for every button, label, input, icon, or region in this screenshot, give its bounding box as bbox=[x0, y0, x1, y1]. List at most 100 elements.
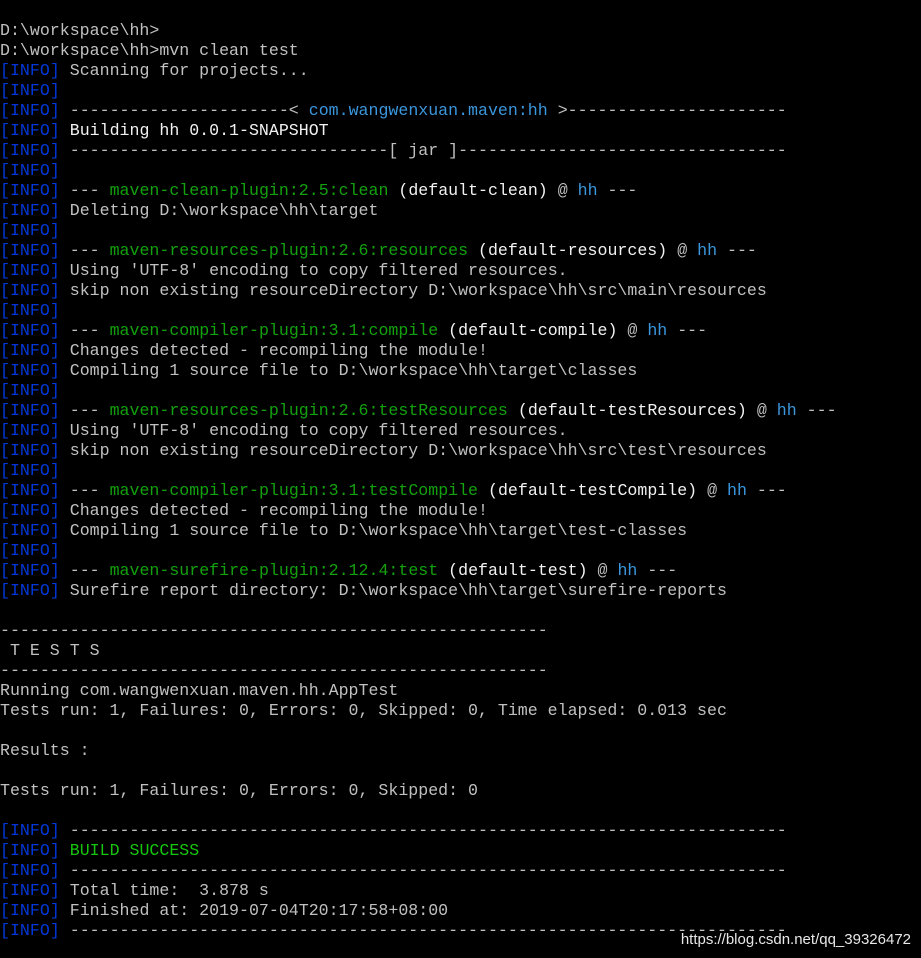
console-text: >---------------------- bbox=[547, 101, 787, 120]
log-level-tag: INFO bbox=[9, 361, 50, 380]
console-text: --- bbox=[597, 181, 638, 200]
console-line: [INFO] BUILD SUCCESS bbox=[0, 841, 921, 861]
console-line: [INFO] Total time: 3.878 s bbox=[0, 881, 921, 901]
console-text: ] bbox=[49, 381, 60, 400]
console-text: Running com.wangwenxuan.maven.hh.AppTest bbox=[0, 681, 399, 700]
console-text: [ bbox=[0, 261, 10, 280]
console-line: [INFO] bbox=[0, 381, 921, 401]
console-line: [INFO] ---------------------------------… bbox=[0, 821, 921, 841]
console-text: ] bbox=[49, 501, 70, 520]
console-text: (default-test) bbox=[438, 561, 588, 580]
build-status: BUILD SUCCESS bbox=[69, 841, 200, 860]
console-text: [ bbox=[0, 121, 10, 140]
artifact-id: hh bbox=[617, 561, 638, 580]
console-line: [INFO] Compiling 1 source file to D:\wor… bbox=[0, 521, 921, 541]
console-text: ] bbox=[49, 181, 70, 200]
console-line: [INFO] --- maven-surefire-plugin:2.12.4:… bbox=[0, 561, 921, 581]
console-text: T E S T S bbox=[0, 641, 100, 660]
console-text: [ bbox=[0, 901, 10, 920]
console-text: ] bbox=[49, 281, 70, 300]
console-text: --- bbox=[637, 561, 678, 580]
console-text: Finished at: 2019-07-04T20:17:58+08:00 bbox=[69, 901, 449, 920]
console-text: [ bbox=[0, 581, 10, 600]
console-text: [ bbox=[0, 161, 10, 180]
console-text: ] bbox=[49, 441, 70, 460]
console-line: [INFO] Using 'UTF-8' encoding to copy fi… bbox=[0, 421, 921, 441]
console-text: ] bbox=[49, 421, 70, 440]
console-line: [INFO] bbox=[0, 221, 921, 241]
console-text: [ bbox=[0, 381, 10, 400]
console-line: [INFO] Deleting D:\workspace\hh\target bbox=[0, 201, 921, 221]
console-line: [INFO] Changes detected - recompiling th… bbox=[0, 501, 921, 521]
console-line: [INFO] Changes detected - recompiling th… bbox=[0, 341, 921, 361]
log-level-tag: INFO bbox=[9, 241, 50, 260]
console-text: [ bbox=[0, 841, 10, 860]
console-text: ] bbox=[49, 101, 70, 120]
console-text: [ bbox=[0, 241, 10, 260]
log-level-tag: INFO bbox=[9, 861, 50, 880]
console-line: [INFO] skip non existing resourceDirecto… bbox=[0, 441, 921, 461]
console-text: --- bbox=[69, 321, 110, 340]
console-text: [ bbox=[0, 61, 10, 80]
console-text: Compiling 1 source file to D:\workspace\… bbox=[69, 521, 688, 540]
console-text: --- bbox=[69, 561, 110, 580]
log-level-tag: INFO bbox=[9, 561, 50, 580]
console-text: [ bbox=[0, 821, 10, 840]
console-text: [ bbox=[0, 201, 10, 220]
console-text: [ bbox=[0, 361, 10, 380]
log-level-tag: INFO bbox=[9, 881, 50, 900]
console-text: ] bbox=[49, 261, 70, 280]
log-level-tag: INFO bbox=[9, 501, 50, 520]
console-text: ----------------------------------------… bbox=[0, 621, 548, 640]
console-text: [ bbox=[0, 481, 10, 500]
console-text: ----------------------------------------… bbox=[69, 821, 787, 840]
console-text: Using 'UTF-8' encoding to copy filtered … bbox=[69, 261, 568, 280]
artifact-id: hh bbox=[577, 181, 598, 200]
log-level-tag: INFO bbox=[9, 581, 50, 600]
plugin-goal: maven-compiler-plugin:3.1:testCompile bbox=[109, 481, 479, 500]
console-text: D:\workspace\hh> bbox=[0, 21, 160, 40]
console-text: [ bbox=[0, 181, 10, 200]
console-line: [INFO] Building hh 0.0.1-SNAPSHOT bbox=[0, 121, 921, 141]
artifact-id: hh bbox=[776, 401, 797, 420]
console-text: [ bbox=[0, 881, 10, 900]
console-text: ] bbox=[49, 321, 70, 340]
console-line: [INFO] Scanning for projects... bbox=[0, 61, 921, 81]
console-line: [INFO] ---------------------------------… bbox=[0, 861, 921, 881]
log-level-tag: INFO bbox=[9, 541, 50, 560]
console-text: [ bbox=[0, 281, 10, 300]
console-text: ] bbox=[49, 541, 60, 560]
console-text: ] bbox=[49, 581, 70, 600]
console-line: [INFO] ----------------------< com.wangw… bbox=[0, 101, 921, 121]
console-text: [ bbox=[0, 341, 10, 360]
log-level-tag: INFO bbox=[9, 261, 50, 280]
console-line: D:\workspace\hh> bbox=[0, 21, 921, 41]
console-text: ] bbox=[49, 61, 70, 80]
console-text: (default-testResources) bbox=[507, 401, 747, 420]
plugin-goal: maven-resources-plugin:2.6:resources bbox=[109, 241, 469, 260]
console-line: Running com.wangwenxuan.maven.hh.AppTest bbox=[0, 681, 921, 701]
console-line: Results : bbox=[0, 741, 921, 761]
console-text: ] bbox=[49, 521, 70, 540]
console-line: T E S T S bbox=[0, 641, 921, 661]
log-level-tag: INFO bbox=[9, 901, 50, 920]
console-line: [INFO] --- maven-resources-plugin:2.6:re… bbox=[0, 241, 921, 261]
console-line: [INFO] --- maven-resources-plugin:2.6:te… bbox=[0, 401, 921, 421]
console-text: ] bbox=[49, 341, 70, 360]
console-text: Changes detected - recompiling the modul… bbox=[69, 501, 488, 520]
log-level-tag: INFO bbox=[9, 341, 50, 360]
console-text: ] bbox=[49, 561, 70, 580]
console-line: [INFO] bbox=[0, 81, 921, 101]
console-text: ] bbox=[49, 461, 60, 480]
plugin-goal: maven-clean-plugin:2.5:clean bbox=[109, 181, 389, 200]
log-level-tag: INFO bbox=[9, 521, 50, 540]
console-text: [ bbox=[0, 441, 10, 460]
console-line: D:\workspace\hh>mvn clean test bbox=[0, 41, 921, 61]
console-text: [ bbox=[0, 861, 10, 880]
console-text: --- bbox=[69, 241, 110, 260]
console-text: [ bbox=[0, 541, 10, 560]
console-line: [INFO] bbox=[0, 541, 921, 561]
log-level-tag: INFO bbox=[9, 301, 50, 320]
console-text: [ bbox=[0, 921, 10, 940]
console-text: ] bbox=[49, 921, 70, 940]
